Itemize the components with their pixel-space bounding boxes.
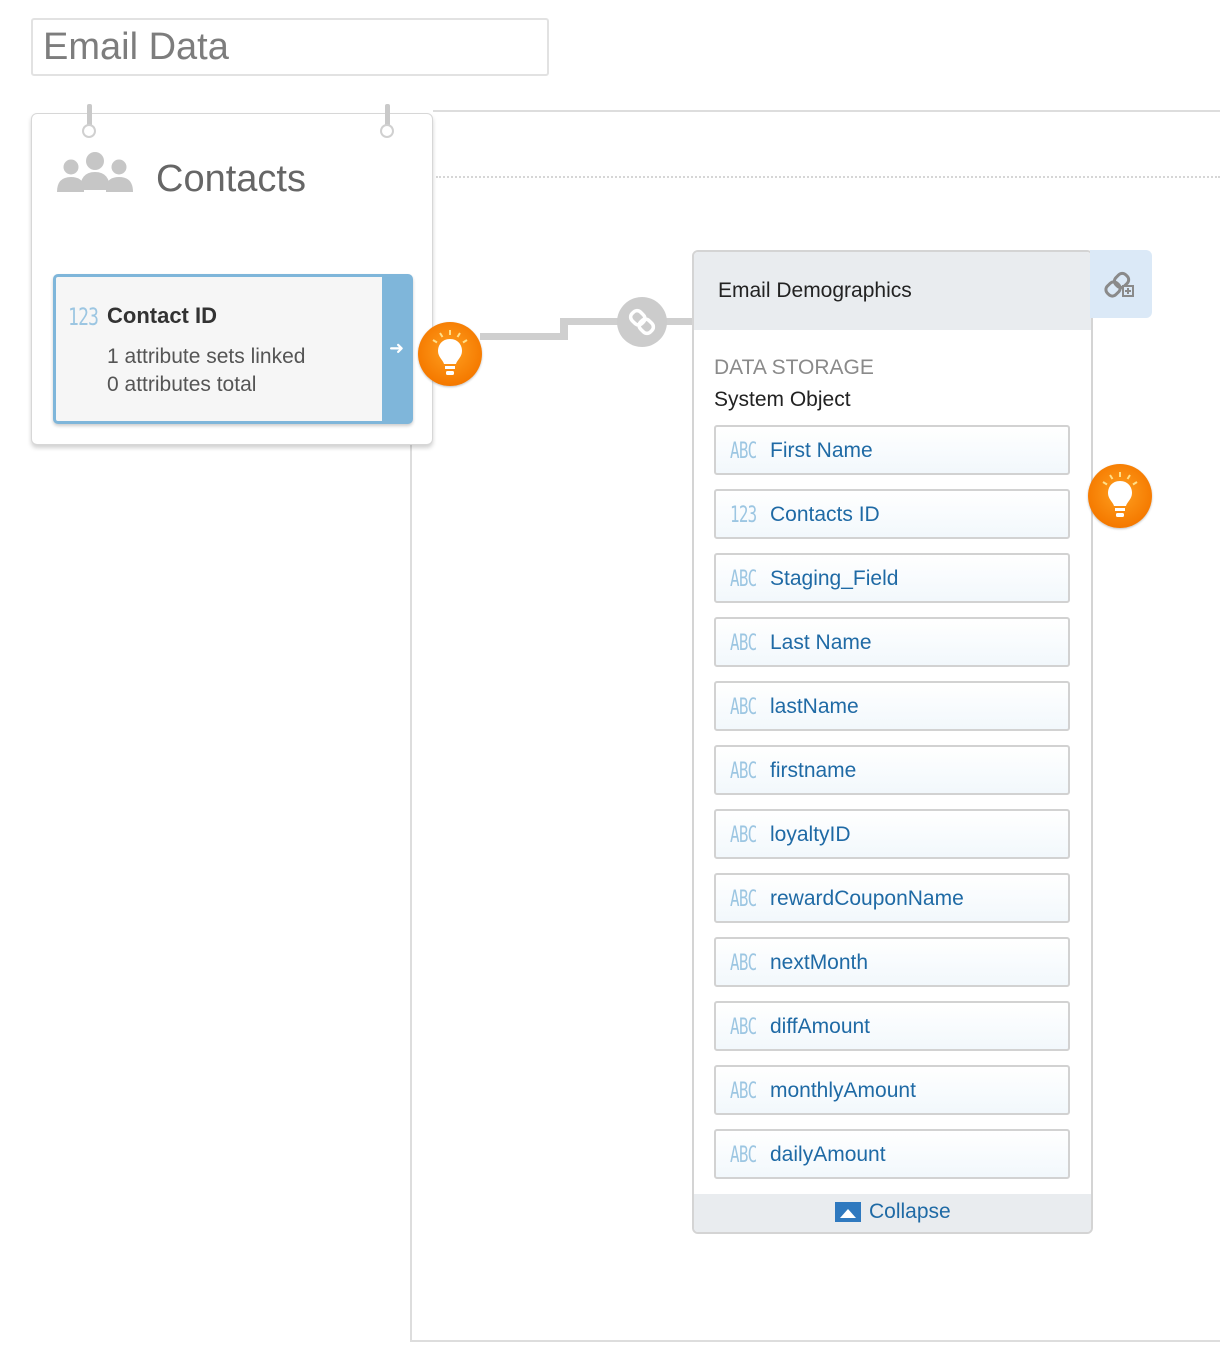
type-icon: ABC (730, 1015, 757, 1040)
pin-icon (82, 104, 96, 144)
add-relationship-button[interactable] (1090, 250, 1152, 318)
attribute-name: dailyAmount (770, 1143, 886, 1166)
attribute-item[interactable]: ABC Staging_Field (714, 553, 1070, 603)
contacts-group-icon (57, 152, 133, 192)
type-icon: ABC (730, 631, 757, 656)
arrow-right-icon: ➜ (389, 338, 405, 358)
canvas-border-left (410, 440, 412, 1342)
attribute-item[interactable]: ABC rewardCouponName (714, 873, 1070, 923)
link-add-icon (1104, 271, 1134, 298)
email-demographics-card[interactable]: Email Demographics DATA STORAGE System O… (692, 250, 1093, 1234)
type-icon: ABC (730, 695, 757, 720)
canvas-border-top (433, 110, 1220, 112)
data-extension-title-input[interactable] (31, 18, 549, 76)
card-title: Email Demographics (718, 279, 912, 302)
attribute-name: lastName (770, 695, 859, 718)
attribute-name: monthlyAmount (770, 1079, 916, 1102)
attribute-item[interactable]: 123 Contacts ID (714, 489, 1070, 539)
type-icon: 123 (730, 503, 757, 528)
attribute-name: Last Name (770, 631, 872, 654)
attribute-name: firstname (770, 759, 857, 782)
attribute-item[interactable]: ABC lastName (714, 681, 1070, 731)
attribute-name: First Name (770, 439, 873, 462)
card-footer: Collapse (694, 1194, 1091, 1232)
contacts-title: Contacts (156, 158, 306, 200)
type-icon: ABC (730, 567, 757, 592)
attribute-item[interactable]: ABC nextMonth (714, 937, 1070, 987)
attribute-item[interactable]: ABC diffAmount (714, 1001, 1070, 1051)
collapse-icon (835, 1202, 861, 1222)
canvas-guide-line (436, 176, 1220, 178)
card-header: Email Demographics (694, 252, 1091, 330)
attribute-item[interactable]: ABC firstname (714, 745, 1070, 795)
lightbulb-icon[interactable] (1088, 464, 1152, 528)
relationship-connector (480, 333, 568, 340)
number-type-icon: 123 (68, 303, 99, 331)
lightbulb-icon[interactable] (418, 322, 482, 386)
attribute-item[interactable]: ABC monthlyAmount (714, 1065, 1070, 1115)
attribute-item[interactable]: ABC Last Name (714, 617, 1070, 667)
type-icon: ABC (730, 887, 757, 912)
attribute-name: Contacts ID (770, 503, 880, 526)
canvas-border-bottom (410, 1340, 1220, 1342)
contact-id-label: Contact ID (107, 303, 217, 328)
attribute-name: loyaltyID (770, 823, 851, 846)
attribute-list: ABC First Name 123 Contacts ID ABC Staging_… (714, 425, 1070, 1193)
type-icon: ABC (730, 1079, 757, 1104)
contacts-card[interactable]: Contacts 123 Contact ID 1 attribute sets… (31, 104, 433, 445)
linked-count-text: 1 attribute sets linked (107, 345, 306, 368)
attribute-name: nextMonth (770, 951, 869, 974)
attribute-name: rewardCouponName (770, 887, 964, 910)
contact-id-attribute-box[interactable]: 123 Contact ID 1 attribute sets linked 0… (53, 274, 413, 424)
link-out-handle[interactable]: ➜ (382, 277, 410, 421)
attribute-name: diffAmount (770, 1015, 871, 1038)
attribute-item[interactable]: ABC loyaltyID (714, 809, 1070, 859)
type-icon: ABC (730, 439, 757, 464)
collapse-label: Collapse (869, 1200, 951, 1223)
attribute-item[interactable]: ABC dailyAmount (714, 1129, 1070, 1179)
attributes-total-text: 0 attributes total (107, 373, 257, 396)
type-icon: ABC (730, 759, 757, 784)
data-storage-label: DATA STORAGE (714, 356, 874, 379)
data-storage-value: System Object (714, 388, 851, 411)
relationship-link-icon[interactable] (617, 297, 667, 347)
type-icon: ABC (730, 1143, 757, 1168)
type-icon: ABC (730, 823, 757, 848)
type-icon: ABC (730, 951, 757, 976)
pin-icon (380, 104, 394, 144)
attribute-name: Staging_Field (770, 567, 899, 590)
attribute-item[interactable]: ABC First Name (714, 425, 1070, 475)
collapse-button[interactable]: Collapse (835, 1200, 951, 1224)
